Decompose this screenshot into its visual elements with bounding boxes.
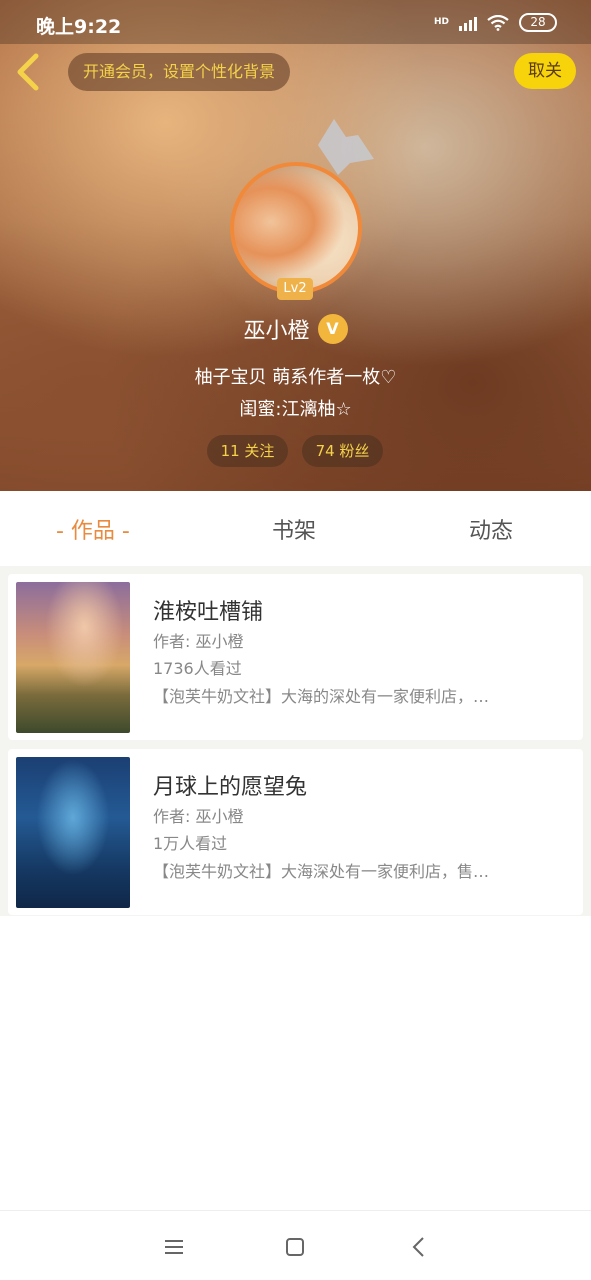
book-views: 1736人看过 bbox=[153, 659, 242, 678]
fans-count-button[interactable]: 74 粉丝 bbox=[302, 435, 383, 467]
book-title: 淮桉吐槽铺 bbox=[153, 600, 264, 625]
tab-bookshelf[interactable]: 书架 bbox=[272, 513, 316, 545]
bio-line-1: 柚子宝贝 萌系作者一枚♡ bbox=[194, 367, 397, 388]
profile-tabs: - 作品 - 书架 动态 bbox=[0, 491, 591, 566]
hd-indicator: HD bbox=[433, 17, 449, 27]
avatar[interactable] bbox=[230, 162, 362, 294]
book-author: 作者: 巫小橙 bbox=[153, 632, 244, 651]
vip-background-prompt[interactable]: 开通会员，设置个性化背景 bbox=[68, 53, 291, 91]
system-nav-bar bbox=[0, 1210, 591, 1280]
unfollow-button[interactable]: 取关 bbox=[514, 53, 576, 89]
following-count-button[interactable]: 11 关注 bbox=[207, 435, 288, 467]
signal-icon bbox=[459, 15, 477, 31]
verified-badge: V bbox=[317, 314, 348, 344]
book-title: 月球上的愿望兔 bbox=[153, 775, 308, 800]
book-cover[interactable] bbox=[16, 582, 130, 733]
book-views: 1万人看过 bbox=[153, 834, 228, 853]
book-author: 作者: 巫小橙 bbox=[153, 807, 244, 826]
status-bar: 晚上9:22 HD 28 bbox=[0, 0, 591, 44]
tab-feed[interactable]: 动态 bbox=[469, 513, 513, 545]
status-time: 晚上9:22 bbox=[36, 16, 122, 38]
back-arrow-icon[interactable] bbox=[405, 1233, 433, 1261]
chevron-left-icon[interactable] bbox=[12, 52, 46, 92]
username-row: 巫小橙 V bbox=[0, 313, 591, 345]
wifi-icon bbox=[487, 14, 509, 31]
battery-indicator: 28 bbox=[519, 13, 557, 32]
level-badge: Lv2 bbox=[277, 278, 313, 300]
book-description: 【泡芙牛奶文社】大海的深处有一家便利店，… bbox=[153, 687, 490, 706]
book-card[interactable]: 淮桉吐槽铺 作者: 巫小橙 1736人看过 【泡芙牛奶文社】大海的深处有一家便利… bbox=[8, 574, 583, 740]
tab-works[interactable]: - 作品 - bbox=[56, 513, 130, 545]
profile-header: 晚上9:22 HD 28 开通会员，设置个性化背景 取关 Lv2 巫小橙 V 柚… bbox=[0, 0, 591, 491]
bio-line-2: 闺蜜:江漓柚☆ bbox=[239, 399, 352, 420]
book-description: 【泡芙牛奶文社】大海深处有一家便利店，售… bbox=[153, 862, 490, 881]
book-card[interactable]: 月球上的愿望兔 作者: 巫小橙 1万人看过 【泡芙牛奶文社】大海深处有一家便利店… bbox=[8, 749, 583, 915]
home-square-icon[interactable] bbox=[281, 1233, 309, 1261]
book-cover[interactable] bbox=[16, 757, 130, 908]
status-icons: HD 28 bbox=[434, 13, 557, 32]
menu-icon[interactable] bbox=[160, 1233, 188, 1261]
username: 巫小橙 bbox=[243, 319, 310, 344]
